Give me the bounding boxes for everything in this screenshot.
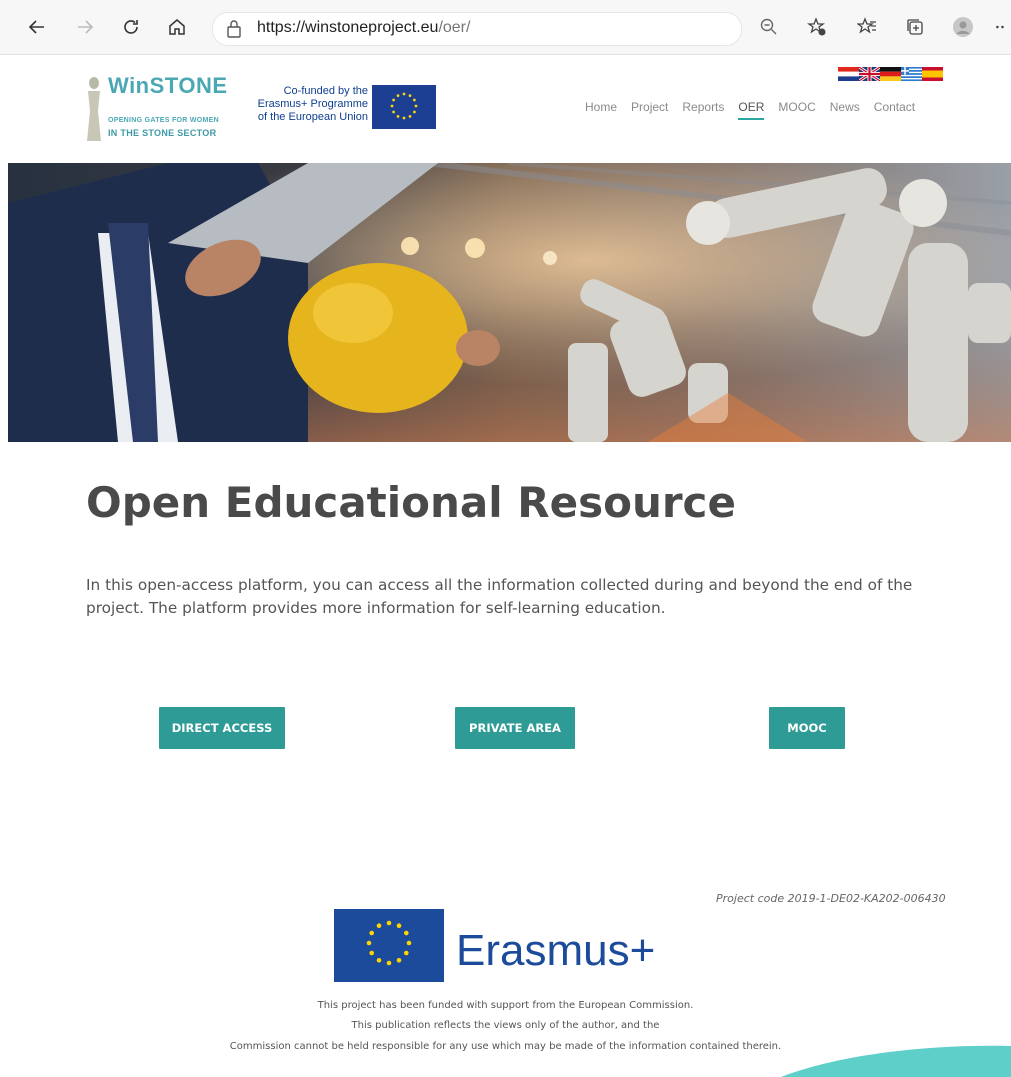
add-favorite-button[interactable] (802, 12, 832, 42)
refresh-icon (124, 20, 138, 34)
collections-icon (907, 19, 923, 35)
site-header: WinSTONE OPENING GATES FOR WOMEN IN THE … (0, 55, 1011, 161)
nav-news[interactable]: News (830, 100, 860, 114)
logo-brand: WinSTONE (108, 73, 228, 98)
intro-paragraph: In this open-access platform, you can ac… (86, 576, 913, 617)
erasmus-logo-text: Erasmus+ (456, 926, 656, 975)
collections-button[interactable] (900, 12, 930, 42)
nav-contact[interactable]: Contact (874, 100, 915, 114)
footer-line-2: This publication reflects the views only… (351, 1020, 660, 1031)
profile-button[interactable] (948, 12, 978, 42)
eu-flag-icon (334, 909, 444, 982)
footer-line-1: This project has been funded with suppor… (317, 1000, 694, 1011)
forward-button[interactable] (70, 12, 100, 42)
cofund-text: Co-funded by the Erasmus+ Programme of t… (244, 85, 368, 124)
nav-home[interactable]: Home (585, 100, 617, 114)
arrow-left-icon (28, 20, 44, 34)
winstone-logo[interactable]: WinSTONE OPENING GATES FOR WOMEN IN THE … (84, 73, 234, 147)
zoom-button[interactable] (754, 12, 784, 42)
home-icon (169, 19, 185, 35)
favorites-button[interactable] (852, 12, 882, 42)
url-path: /oer/ (438, 19, 471, 36)
cofund-line-3: of the European Union (257, 111, 368, 123)
url-text: https://winstoneproject.eu/oer/ (257, 19, 470, 37)
ellipsis-icon (996, 25, 1004, 29)
industrial-scene-illustration (8, 163, 1011, 442)
language-flags (838, 67, 944, 81)
hero-image (8, 163, 1011, 442)
nav-reports[interactable]: Reports (682, 100, 724, 114)
cofund-line-2: Erasmus+ Programme (257, 98, 368, 110)
more-button[interactable] (994, 12, 1011, 42)
url-host: https://winstoneproject.eu (257, 19, 439, 36)
main-nav: Home Project Reports OER MOOC News Conta… (585, 100, 915, 120)
flag-croatia-icon[interactable] (838, 67, 859, 81)
nav-project[interactable]: Project (631, 100, 668, 114)
logo-tagline-bottom: IN THE STONE SECTOR (108, 128, 217, 138)
reload-button[interactable] (116, 12, 146, 42)
flag-uk-icon[interactable] (859, 67, 880, 81)
browser-toolbar: https://winstoneproject.eu/oer/ (0, 0, 1011, 55)
flag-spain-icon[interactable] (922, 67, 943, 81)
arrow-right-icon (78, 20, 94, 34)
nav-mooc[interactable]: MOOC (778, 100, 815, 114)
project-code: Project code 2019-1-DE02-KA202-006430 (716, 892, 946, 905)
favorites-list-icon (857, 17, 876, 34)
flag-greece-icon[interactable] (901, 67, 922, 81)
mooc-button[interactable]: MOOC (769, 707, 845, 749)
flag-germany-icon[interactable] (880, 67, 901, 81)
decorative-wave (781, 1045, 1011, 1077)
back-button[interactable] (22, 12, 52, 42)
logo-tagline-top: OPENING GATES FOR WOMEN (108, 117, 219, 124)
address-bar[interactable]: https://winstoneproject.eu/oer/ (212, 12, 742, 46)
cofund-line-1: Co-funded by the (283, 85, 368, 97)
statue-icon (87, 77, 101, 141)
eu-cofund-logo: Co-funded by the Erasmus+ Programme of t… (244, 85, 440, 131)
direct-access-button[interactable]: DIRECT ACCESS (159, 707, 285, 749)
avatar-icon (953, 17, 973, 37)
home-button[interactable] (162, 12, 192, 42)
zoom-out-icon (760, 18, 777, 35)
eu-flag-icon (372, 85, 436, 129)
star-add-icon (807, 17, 826, 36)
lock-icon (227, 20, 241, 38)
page-title: Open Educational Resource (86, 478, 736, 527)
private-area-button[interactable]: PRIVATE AREA (455, 707, 575, 749)
nav-oer[interactable]: OER (738, 100, 765, 120)
